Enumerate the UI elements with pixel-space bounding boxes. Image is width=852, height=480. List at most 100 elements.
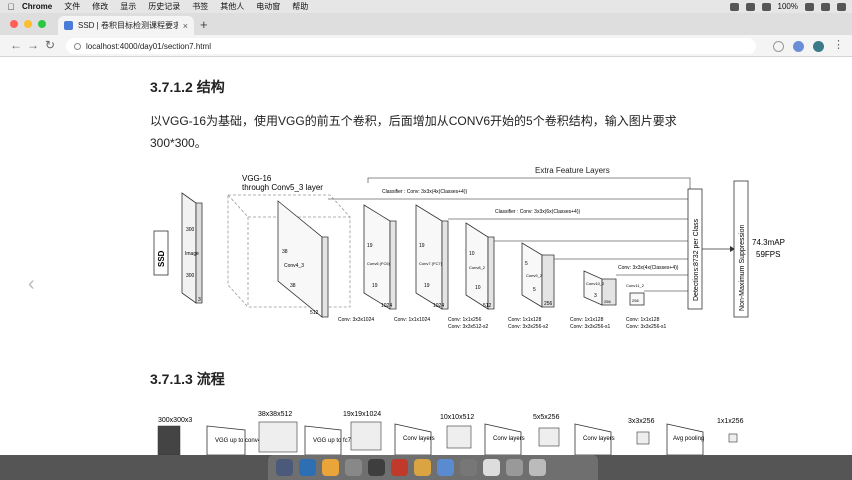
fc6-dim-w: 19 <box>372 283 378 289</box>
conv11-2-label: Conv11_2 <box>626 283 645 288</box>
nms-label: Non-Maximum Suppression <box>739 225 746 311</box>
detections-label: Detections:8732 per Class <box>693 218 700 301</box>
extra-layers-bracket <box>367 177 691 189</box>
conv9-2-dim-w: 5 <box>533 287 536 293</box>
flow-block-3-label: Conv layers <box>403 436 435 442</box>
conv9-2-dim-c: 256 <box>544 301 553 307</box>
fc6-dim-c: 1024 <box>381 303 392 309</box>
dock-safari-icon[interactable] <box>299 459 316 476</box>
forward-arrow-icon[interactable]: → <box>27 38 39 52</box>
menu-item-file[interactable]: 文件 <box>64 1 80 12</box>
url-text: localhost:4000/day01/section7.html <box>86 41 211 51</box>
conv4-3-dim-c: 512 <box>310 310 319 316</box>
flow-block-6-label: Avg pooling <box>673 436 704 442</box>
dock-app2-icon[interactable] <box>460 459 477 476</box>
dock-trash-icon[interactable] <box>529 459 546 476</box>
dock-files-icon[interactable] <box>437 459 454 476</box>
vgg-subtitle: through Conv5_3 layer <box>242 183 323 192</box>
menu-item-bookmarks[interactable]: 书签 <box>192 1 208 12</box>
tab-bar: SSD | 卷积目标检测课程要求 × + <box>0 13 852 35</box>
dock-downloads-icon[interactable] <box>506 459 523 476</box>
heading-structure: 3.7.1.2 结构 <box>150 79 225 95</box>
dock-terminal-icon[interactable] <box>368 459 385 476</box>
previous-page-arrow-icon[interactable]: ‹ <box>28 273 35 296</box>
flow-size-2: 38x38x512 <box>258 411 292 418</box>
paragraph-line-1: 以VGG-16为基础，使用VGG的前五个卷积，后面增加从CONV6开始的5个卷积… <box>150 114 677 128</box>
image-dim-depth: 3 <box>198 297 201 303</box>
ssd-label: SSD <box>157 250 166 267</box>
dock-chrome-icon[interactable] <box>322 459 339 476</box>
conv-label-4: Conv: 1x1x128 Conv: 3x3x256-s2 <box>508 317 549 330</box>
dock-settings-icon[interactable] <box>345 459 362 476</box>
tab-active[interactable]: SSD | 卷积目标检测课程要求 × <box>58 16 194 35</box>
battery-icon[interactable] <box>805 2 814 11</box>
favicon-icon <box>64 21 73 30</box>
menu-bar:  Chrome 文件 修改 显示 历史记录 书签 其他人 电动窗 帮助 100… <box>0 0 852 13</box>
dock <box>0 455 852 480</box>
conv8-2-dim-h: 10 <box>469 251 475 257</box>
flow-feature-19 <box>350 421 382 451</box>
site-info-icon[interactable] <box>74 42 81 50</box>
tab-close-button[interactable]: × <box>183 21 188 31</box>
bookmark-star-icon[interactable] <box>773 41 784 52</box>
fc7-dim-w: 19 <box>424 283 430 289</box>
control-center-icon[interactable] <box>837 2 846 11</box>
address-bar[interactable]: localhost:4000/day01/section7.html <box>66 38 756 54</box>
image-dim-bottom: 300 <box>186 273 195 279</box>
dock-app-icon[interactable] <box>391 459 408 476</box>
conv4-3-label: Conv4_3 <box>284 263 304 269</box>
image-label: Image <box>185 251 199 257</box>
conv11-2-dim-c: 256 <box>632 298 639 303</box>
battery-percentage: 100% <box>777 2 798 11</box>
map-label: 74.3mAP <box>752 238 785 247</box>
menu-item-window[interactable]: 电动窗 <box>256 1 280 12</box>
volume-icon[interactable] <box>745 2 755 11</box>
toolbar: ← → ↻ localhost:4000/day01/section7.html… <box>0 35 852 57</box>
flow-size-3: 19x19x1024 <box>343 411 381 418</box>
fc6-label: Conv6 (FC6) <box>367 261 391 266</box>
flow-size-4: 10x10x512 <box>440 414 474 421</box>
conv-label-6: Conv: 1x1x128 Conv: 3x3x256-s1 <box>626 317 667 330</box>
dock-text-icon[interactable] <box>483 459 500 476</box>
profile-avatar[interactable] <box>813 41 824 52</box>
conv-label-2: Conv: 1x1x1024 <box>394 317 430 323</box>
flow-block-2-label: VGG up to fc7 <box>313 438 352 444</box>
classifier-label-2: Classifier : Conv: 3x3x(6x(Classes+4)) <box>495 209 580 215</box>
apple-icon[interactable]:  <box>0 2 22 12</box>
paragraph-line-2: 300*300。 <box>150 136 207 150</box>
zoom-window-button[interactable] <box>38 20 46 28</box>
menu-item-edit[interactable]: 修改 <box>92 1 108 12</box>
image-dim-top: 300 <box>186 227 195 233</box>
extra-feature-layers-label: Extra Feature Layers <box>535 166 610 175</box>
flow-diagram: 300x300x3 38x38x512 19x19x1024 10x10x512… <box>157 411 744 455</box>
flow-block-5-label: Conv layers <box>583 436 615 442</box>
menu-item-people[interactable]: 其他人 <box>220 1 244 12</box>
back-arrow-icon[interactable]: ← <box>10 38 22 52</box>
flow-block-4-label: Conv layers <box>493 436 525 442</box>
dock-notes-icon[interactable] <box>414 459 431 476</box>
conv4-3-block <box>277 200 323 318</box>
input-image-thumbnail <box>157 425 181 455</box>
heading-flow: 3.7.1.3 流程 <box>150 371 225 387</box>
fc6-dim-h: 19 <box>367 243 373 249</box>
conv8-2-label: Conv8_2 <box>469 265 486 270</box>
fps-label: 59FPS <box>756 250 780 259</box>
extension-icon[interactable] <box>793 41 804 52</box>
menu-item-view[interactable]: 显示 <box>120 1 136 12</box>
flow-size-5: 5x5x256 <box>533 414 560 421</box>
close-window-button[interactable] <box>10 20 18 28</box>
conv10-2-block <box>583 270 603 306</box>
menu-app-name[interactable]: Chrome <box>22 2 52 11</box>
search-icon[interactable] <box>821 2 830 11</box>
new-tab-button[interactable]: + <box>200 17 208 32</box>
bluetooth-icon[interactable] <box>761 2 771 11</box>
reload-icon[interactable]: ↻ <box>45 38 55 52</box>
minimize-window-button[interactable] <box>24 20 32 28</box>
menu-more-icon[interactable]: ⋮ <box>833 38 844 51</box>
menu-item-help[interactable]: 帮助 <box>292 1 308 12</box>
dock-finder-icon[interactable] <box>276 459 293 476</box>
wifi-icon[interactable] <box>729 2 739 11</box>
conv10-2-label: Conv10_2 <box>586 281 605 286</box>
conv8-2-dim-c: 512 <box>483 303 492 309</box>
menu-item-history[interactable]: 历史记录 <box>148 1 180 12</box>
